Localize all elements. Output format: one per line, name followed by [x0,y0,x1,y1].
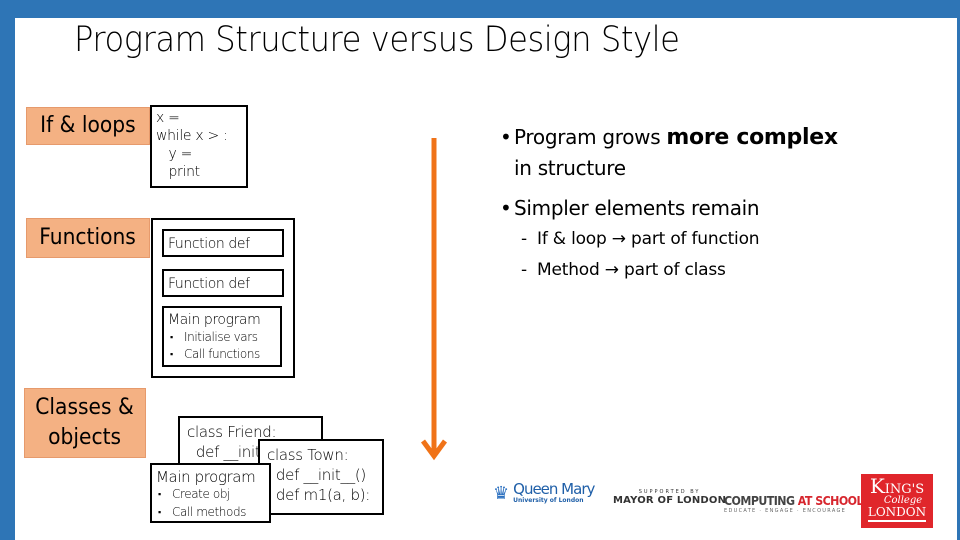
main-program-bullet: Call methods [156,504,265,522]
label-if-loops-text: If & loops [40,113,136,138]
main-program-bullet: Initialise vars [168,329,276,346]
computing-at-school-logo: COMPUTING AT SCHOOL EDUCATE · ENGAGE · E… [724,494,875,514]
main-program-bullet: Create obj [156,486,265,504]
function-def-box-1: Function def [162,229,284,257]
cas-title-part2: AT SCHOOL [797,494,864,508]
bullet-complex-line2: in structure [514,156,626,180]
cas-tagline: EDUCATE · ENGAGE · ENCOURAGE [724,508,847,514]
cas-title: COMPUTING AT SCHOOL [724,494,864,508]
down-arrow-icon [420,138,448,461]
queen-mary-logo: ♛ Queen Mary University of London [493,480,595,505]
main-program-bullet: Call functions [168,346,276,363]
main-program-box-classes: Main program Create obj Call methods [150,463,271,523]
slide-title: Program Structure versus Design Style [74,20,680,60]
sub-bullet: If & loop → part of function [500,224,960,255]
main-program-box-functions: Main program Initialise vars Call functi… [162,306,282,367]
main-program-title: Main program [156,468,256,486]
label-classes-line1: Classes & [35,395,135,420]
label-classes-objects: Classes & objects [24,388,146,458]
sub-bullet-right: part of class [618,260,726,280]
label-if-loops: If & loops [26,107,150,145]
class-town-box: class Town: def __init__() def m1(a, b): [258,439,384,515]
label-functions: Functions [26,218,150,258]
code-box-if-loops: x = while x > : y = print [150,105,248,188]
kings-college-london-logo: KING'S College LONDON [861,474,933,528]
sub-bullet-right: part of function [625,229,760,249]
label-functions-text: Functions [39,225,137,250]
sub-bullet-left: Method [537,260,605,280]
kcl-kings: KING'S [870,476,924,496]
crown-icon: ♛ [493,482,510,504]
right-arrow-icon: → [611,229,626,249]
right-arrow-icon: → [604,260,619,280]
sub-bullet: Method → part of class [500,255,960,286]
bullet-complex: Program grows more complex in structure [500,122,960,184]
queen-mary-name: Queen Mary [513,480,595,498]
function-def-box-2: Function def [162,269,284,297]
bullet-simpler: Simpler elements remain [500,193,960,224]
slide: Program Structure versus Design Style If… [15,18,957,540]
queen-mary-sub: University of London [513,497,584,504]
cas-title-part1: COMPUTING [724,494,798,508]
main-program-title: Main program [168,312,261,328]
kcl-london: LONDON [867,506,927,522]
label-classes-line2: objects [48,425,122,450]
mayor-name: MAYOR OF LONDON [613,495,727,506]
kcl-k: K [869,474,885,498]
bullet-complex-prefix: Program grows [514,125,667,149]
sub-bullet-left: If & loop [537,229,612,249]
mayor-of-london-logo: SUPPORTED BY MAYOR OF LONDON [613,489,726,506]
bullet-complex-bold: more complex [666,125,838,150]
bullet-list: Program grows more complex in structure … [500,122,960,286]
